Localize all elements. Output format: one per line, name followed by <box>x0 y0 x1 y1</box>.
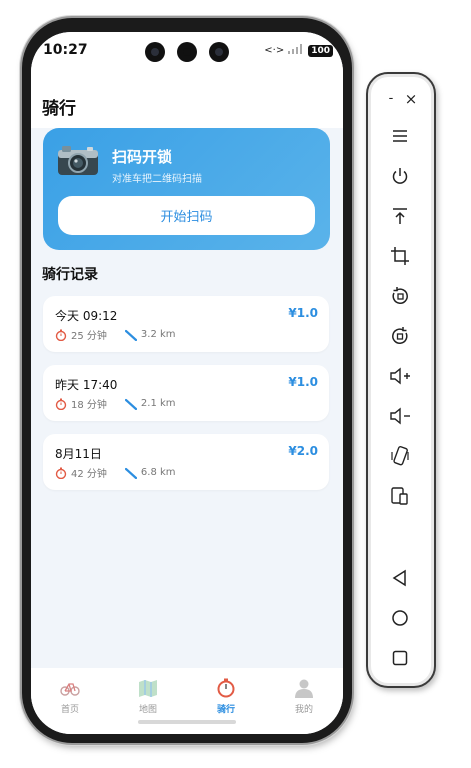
volume-up-icon <box>390 367 410 385</box>
front-camera-icon <box>177 42 197 62</box>
device-button[interactable] <box>388 484 412 508</box>
record-price: ¥1.0 <box>288 306 318 320</box>
scan-unlock-card: 扫码开锁 对准车把二维码扫描 开始扫码 <box>43 128 330 250</box>
ride-record-card[interactable]: 今天 09:12 ¥1.0 25 分钟 3.2 km <box>43 296 329 352</box>
screen-rotate-button[interactable] <box>388 324 412 348</box>
bottom-tab-bar: 首页 地图 骑行 我的 <box>31 668 343 734</box>
record-duration: 42 分钟 <box>71 469 107 480</box>
minimize-button[interactable]: - <box>384 92 398 106</box>
volume-down-button[interactable] <box>388 404 412 428</box>
power-button[interactable] <box>388 164 412 188</box>
tab-label: 首页 <box>60 705 79 715</box>
crop-button[interactable] <box>388 244 412 268</box>
status-bar: 10:27 <·> 100 <box>31 32 343 72</box>
record-meta: 18 分钟 2.1 km <box>55 396 176 411</box>
tab-label: 我的 <box>294 705 313 715</box>
map-icon <box>139 680 157 697</box>
tab-label: 地图 <box>138 705 157 715</box>
home-button[interactable] <box>388 606 412 630</box>
person-icon <box>295 679 313 698</box>
volume-down-icon <box>390 407 410 425</box>
record-distance: 6.8 km <box>140 467 176 478</box>
ruler-icon <box>124 398 137 410</box>
bicycle-icon <box>60 683 80 696</box>
tab-profile[interactable]: 我的 <box>265 668 343 734</box>
phone-frame: 10:27 <·> 100 骑行 扫码开锁 对准车把二维码扫描 开始扫码 骑行记… <box>22 18 352 743</box>
ride-record-card[interactable]: 昨天 17:40 ¥1.0 18 分钟 2.1 km <box>43 365 329 421</box>
network-icon: <·> <box>264 45 285 56</box>
status-icons: <·> 100 <box>264 44 333 57</box>
pin-top-icon <box>393 208 407 224</box>
ruler-icon <box>124 467 137 479</box>
menu-icon <box>393 130 407 142</box>
tab-label: 骑行 <box>216 705 235 715</box>
page-title: 骑行 <box>42 99 76 119</box>
record-distance: 2.1 km <box>140 398 176 409</box>
camera-icon <box>58 146 98 175</box>
home-icon <box>392 610 408 626</box>
record-date: 8月11日 <box>55 447 102 461</box>
phone-screen: 10:27 <·> 100 骑行 扫码开锁 对准车把二维码扫描 开始扫码 骑行记… <box>31 32 343 734</box>
power-icon <box>392 168 408 184</box>
record-price: ¥1.0 <box>288 375 318 389</box>
pin-top-button[interactable] <box>388 204 412 228</box>
rotate-icon <box>392 287 408 304</box>
ride-record-card[interactable]: 8月11日 ¥2.0 42 分钟 6.8 km <box>43 434 329 490</box>
scan-card-title: 扫码开锁 <box>112 148 173 166</box>
scan-card-subtitle: 对准车把二维码扫描 <box>112 174 202 185</box>
battery-icon: 100 <box>308 44 333 57</box>
start-scan-button[interactable]: 开始扫码 <box>58 196 315 235</box>
front-camera-icon <box>209 42 229 62</box>
record-date: 昨天 17:40 <box>55 378 118 392</box>
front-camera-icon <box>145 42 165 62</box>
shake-icon <box>391 446 409 466</box>
back-button[interactable] <box>388 566 412 590</box>
crop-icon <box>391 247 409 265</box>
record-duration: 18 分钟 <box>71 400 107 411</box>
page-header: 骑行 <box>31 72 343 128</box>
ruler-icon <box>124 329 137 341</box>
shake-button[interactable] <box>388 444 412 468</box>
rotate-button[interactable] <box>388 284 412 308</box>
close-button[interactable]: × <box>404 92 418 107</box>
volume-up-button[interactable] <box>388 364 412 388</box>
back-icon <box>392 569 406 587</box>
overview-icon <box>392 650 408 666</box>
status-time: 10:27 <box>43 42 88 58</box>
record-duration: 25 分钟 <box>71 331 107 342</box>
stopwatch-icon <box>55 398 67 410</box>
tab-map[interactable]: 地图 <box>109 668 187 734</box>
menu-button[interactable] <box>388 124 412 148</box>
tab-ride[interactable]: 骑行 <box>187 668 265 734</box>
screen-rotate-icon <box>392 327 408 344</box>
tab-home[interactable]: 首页 <box>31 668 109 734</box>
records-section-title: 骑行记录 <box>42 267 98 283</box>
stopwatch-icon <box>55 467 67 479</box>
signal-icon <box>288 44 304 57</box>
record-meta: 25 分钟 3.2 km <box>55 327 176 342</box>
record-distance: 3.2 km <box>140 329 176 340</box>
record-meta: 42 分钟 6.8 km <box>55 465 176 480</box>
overview-button[interactable] <box>388 646 412 670</box>
device-icon <box>391 487 408 505</box>
record-date: 今天 09:12 <box>55 309 118 323</box>
emulator-toolbar: - × <box>366 72 436 688</box>
stopwatch-icon <box>217 678 235 698</box>
stopwatch-icon <box>55 329 67 341</box>
record-price: ¥2.0 <box>288 444 318 458</box>
home-indicator[interactable] <box>138 720 236 724</box>
